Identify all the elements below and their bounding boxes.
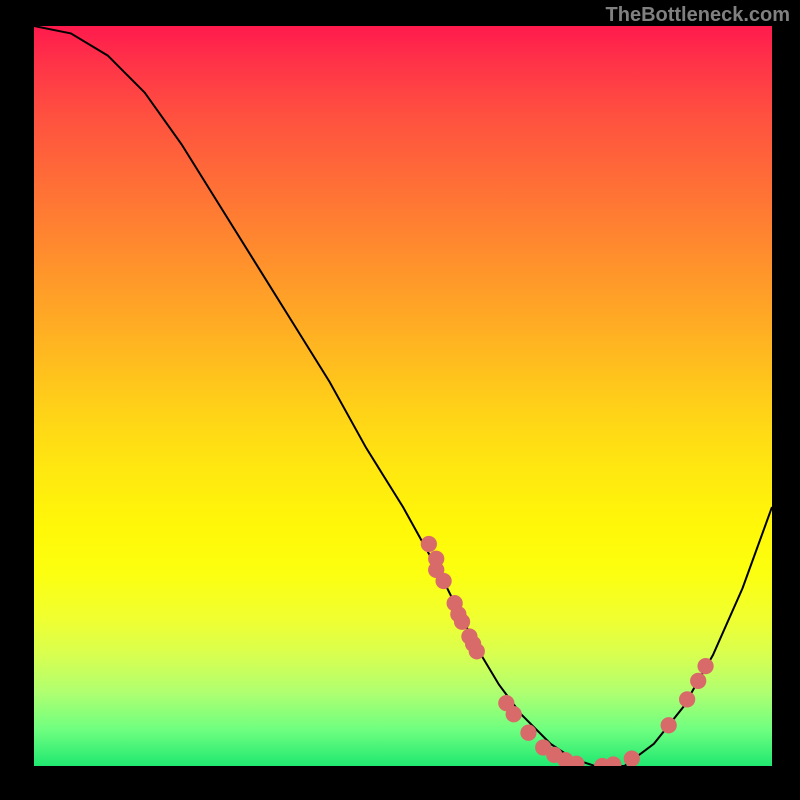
markers-svg: [34, 26, 772, 766]
data-marker: [661, 717, 677, 733]
watermark-text: TheBottleneck.com: [606, 4, 790, 27]
chart-container: TheBottleneck.com: [0, 0, 800, 800]
data-marker: [520, 725, 536, 741]
markers-group: [421, 536, 714, 766]
data-marker: [690, 673, 706, 689]
data-marker: [506, 706, 522, 722]
data-marker: [605, 756, 621, 766]
data-marker: [435, 573, 451, 589]
data-marker: [624, 750, 640, 766]
plot-area: [34, 26, 772, 766]
data-marker: [421, 536, 437, 552]
data-marker: [679, 691, 695, 707]
data-marker: [697, 658, 713, 674]
data-marker: [454, 614, 470, 630]
data-marker: [469, 643, 485, 659]
